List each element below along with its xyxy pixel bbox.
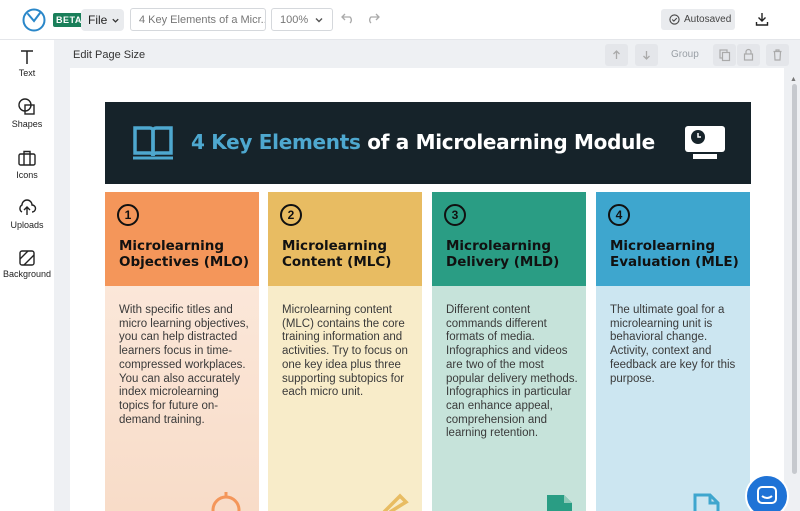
- shapes-icon: [18, 98, 35, 115]
- card-body: Different content commands different for…: [432, 286, 586, 511]
- arrow-down-icon: [643, 51, 650, 60]
- sidebar-item-label: Text: [18, 68, 36, 78]
- infographic-title: 4 Key Elements of a Microlearning Module: [191, 130, 655, 154]
- sidebar-item-icons[interactable]: Icons: [0, 148, 54, 180]
- sidebar-item-uploads[interactable]: Uploads: [0, 198, 54, 230]
- upload-icon: [19, 199, 37, 215]
- element-card-3[interactable]: 3 Microlearning Delivery (MLD) Different…: [432, 192, 586, 511]
- infographic-banner[interactable]: 4 Key Elements of a Microlearning Module: [105, 102, 751, 184]
- card-title: Microlearning Evaluation (MLE): [610, 238, 739, 270]
- zoom-select[interactable]: 100%: [271, 8, 333, 31]
- card-body: The ultimate goal for a microlearning un…: [596, 286, 750, 511]
- sidebar-item-shapes[interactable]: Shapes: [0, 97, 54, 129]
- card-header: 1 Microlearning Objectives (MLO): [105, 192, 259, 286]
- top-bar: BETA File 4 Key Elements of a Micr... 10…: [0, 0, 800, 40]
- element-card-2[interactable]: 2 Microlearning Content (MLC) Microlearn…: [268, 192, 422, 511]
- left-sidebar: Text Shapes Icons Uploads Background: [0, 40, 54, 511]
- document-title-input[interactable]: 4 Key Elements of a Micr...: [130, 8, 266, 31]
- briefcase-icon: [18, 150, 36, 166]
- check-circle-icon: [669, 14, 680, 25]
- card-text: Microlearning content (MLC) contains the…: [282, 304, 408, 399]
- file-icon: [693, 493, 720, 511]
- pencil-icon: [382, 493, 409, 511]
- arrow-up-icon: [613, 50, 620, 59]
- element-card-1[interactable]: 1 Microlearning Objectives (MLO) With sp…: [105, 192, 259, 511]
- lock-icon: [743, 48, 754, 61]
- undo-icon[interactable]: [340, 11, 356, 27]
- title-accent: 4 Key Elements: [191, 130, 361, 154]
- logo-icon[interactable]: [22, 8, 46, 32]
- design-page[interactable]: 4 Key Elements of a Microlearning Module…: [70, 68, 784, 511]
- move-down-button[interactable]: [635, 44, 658, 66]
- file-label: File: [88, 13, 108, 27]
- card-body: Microlearning content (MLC) contains the…: [268, 286, 422, 511]
- target-icon: [211, 492, 241, 511]
- chevron-down-icon: [315, 17, 323, 22]
- chat-icon: [757, 486, 777, 504]
- sidebar-item-text[interactable]: Text: [0, 48, 54, 78]
- move-up-button[interactable]: [605, 44, 628, 66]
- sidebar-item-background[interactable]: Background: [0, 249, 54, 279]
- screen-clock-icon: [685, 126, 725, 159]
- document-icon: [547, 495, 572, 511]
- card-title: Microlearning Delivery (MLD): [446, 238, 560, 270]
- sidebar-item-label: Icons: [16, 170, 38, 180]
- chevron-down-icon: [112, 18, 119, 23]
- support-chat-button[interactable]: [745, 474, 789, 511]
- card-number: 2: [280, 204, 302, 226]
- canvas-area: Edit Page Size Group 4 Key Elements of a…: [54, 40, 800, 511]
- sidebar-item-label: Shapes: [11, 119, 43, 129]
- autosaved-status: Autosaved: [661, 9, 735, 30]
- edit-page-size-button[interactable]: Edit Page Size: [73, 49, 145, 61]
- copy-icon: [719, 49, 731, 62]
- zoom-value: 100%: [280, 13, 309, 26]
- group-button[interactable]: Group: [671, 49, 699, 60]
- card-body: With specific titles and micro learning …: [105, 286, 259, 511]
- card-title: Microlearning Objectives (MLO): [119, 238, 250, 270]
- autosaved-label: Autosaved: [684, 14, 732, 25]
- sidebar-item-label: Uploads: [10, 220, 44, 230]
- element-card-4[interactable]: 4 Microlearning Evaluation (MLE) The ult…: [596, 192, 750, 511]
- card-text: Different content commands different for…: [446, 304, 578, 440]
- download-icon[interactable]: [754, 11, 770, 27]
- delete-button[interactable]: [766, 44, 789, 66]
- lock-button[interactable]: [737, 44, 760, 66]
- trash-icon: [773, 49, 782, 61]
- vertical-scrollbar[interactable]: [792, 84, 797, 474]
- scroll-up-arrow[interactable]: ▲: [790, 76, 797, 83]
- card-header: 2 Microlearning Content (MLC): [268, 192, 422, 286]
- background-icon: [19, 250, 35, 266]
- text-icon: [21, 50, 33, 64]
- card-text: The ultimate goal for a microlearning un…: [610, 304, 736, 385]
- card-number: 4: [608, 204, 630, 226]
- card-number: 3: [444, 204, 466, 226]
- card-header: 4 Microlearning Evaluation (MLE): [596, 192, 750, 286]
- card-header: 3 Microlearning Delivery (MLD): [432, 192, 586, 286]
- sidebar-item-label: Background: [2, 269, 52, 279]
- title-rest: of a Microlearning Module: [360, 130, 655, 154]
- card-title: Microlearning Content (MLC): [282, 238, 392, 270]
- card-text: With specific titles and micro learning …: [119, 304, 249, 426]
- file-menu-button[interactable]: File: [81, 9, 124, 31]
- card-number: 1: [117, 204, 139, 226]
- open-book-icon: [133, 126, 173, 160]
- duplicate-button[interactable]: [713, 44, 736, 66]
- redo-icon[interactable]: [365, 11, 381, 27]
